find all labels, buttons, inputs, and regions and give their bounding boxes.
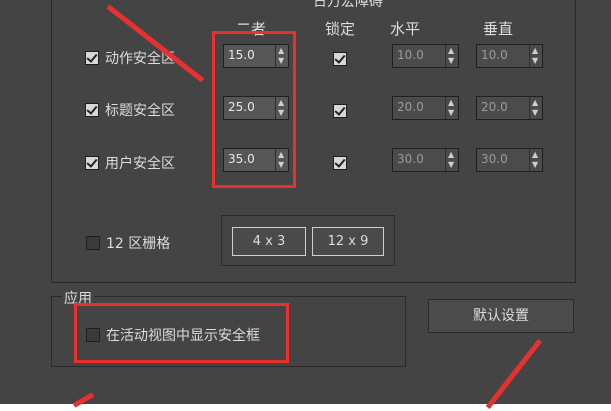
spin-down-icon[interactable]: ▼: [532, 109, 538, 117]
user-safe-checkbox[interactable]: [85, 156, 99, 170]
spinner-value: 10.0: [397, 48, 424, 62]
title-safe-label: 标题安全区: [105, 103, 175, 119]
title-safe-vertical-spinner[interactable]: 20.0 ▲ ▼: [476, 96, 543, 120]
spinner-arrows[interactable]: ▲ ▼: [529, 97, 542, 119]
default-settings-button[interactable]: 默认设置: [428, 299, 574, 333]
action-safe-vertical-spinner[interactable]: 10.0 ▲ ▼: [476, 44, 543, 68]
spinner-arrows[interactable]: ▲ ▼: [529, 45, 542, 67]
spin-down-icon[interactable]: ▼: [532, 161, 538, 169]
spin-down-icon[interactable]: ▼: [448, 161, 454, 169]
user-safe-vertical-spinner[interactable]: 30.0 ▲ ▼: [476, 148, 543, 172]
highlight-show-safe-frame: [74, 303, 289, 363]
group-title: 日万宏障碍: [313, 0, 383, 10]
action-safe-horizontal-spinner[interactable]: 10.0 ▲ ▼: [392, 44, 459, 68]
user-safe-horizontal-spinner[interactable]: 30.0 ▲ ▼: [392, 148, 459, 172]
action-safe-checkbox[interactable]: [85, 51, 99, 65]
action-safe-lock-checkbox[interactable]: [333, 52, 347, 66]
annotation-arrow-bottom-right: [485, 338, 542, 410]
spinner-arrows[interactable]: ▲ ▼: [445, 149, 458, 171]
user-safe-label: 用户安全区: [105, 156, 175, 172]
spinner-value: 30.0: [397, 152, 424, 166]
spinner-arrows[interactable]: ▲ ▼: [529, 149, 542, 171]
spin-up-icon[interactable]: ▲: [532, 47, 538, 55]
annotation-arrow-bottom-left: [72, 392, 95, 408]
grid-12x9-button[interactable]: 12 x 9: [312, 227, 384, 256]
spin-down-icon[interactable]: ▼: [532, 57, 538, 65]
spin-up-icon[interactable]: ▲: [448, 99, 454, 107]
user-safe-lock-checkbox[interactable]: [333, 156, 347, 170]
spinner-value: 20.0: [481, 100, 508, 114]
column-header-vertical: 垂直: [483, 20, 514, 38]
spinner-value: 30.0: [481, 152, 508, 166]
spin-up-icon[interactable]: ▲: [532, 151, 538, 159]
grid-4x3-button[interactable]: 4 x 3: [232, 227, 306, 256]
title-safe-lock-checkbox[interactable]: [333, 104, 347, 118]
grid-12-checkbox[interactable]: [86, 236, 100, 250]
spin-up-icon[interactable]: ▲: [448, 151, 454, 159]
spin-down-icon[interactable]: ▼: [448, 109, 454, 117]
spinner-arrows[interactable]: ▲ ▼: [445, 45, 458, 67]
column-header-horizontal: 水平: [390, 20, 421, 38]
grid-12-label: 12 区栅格: [106, 236, 171, 252]
spinner-value: 20.0: [397, 100, 424, 114]
spin-up-icon[interactable]: ▲: [448, 47, 454, 55]
safe-frames-dialog: 日万宏障碍 二者 锁定 水平 垂直 动作安全区 15.0 ▲ ▼ 10.0 ▲ ▼ …: [0, 0, 611, 410]
title-safe-horizontal-spinner[interactable]: 20.0 ▲ ▼: [392, 96, 459, 120]
spinner-arrows[interactable]: ▲ ▼: [445, 97, 458, 119]
column-header-lock: 锁定: [325, 20, 356, 38]
spin-up-icon[interactable]: ▲: [532, 99, 538, 107]
title-safe-checkbox[interactable]: [85, 103, 99, 117]
spinner-value: 10.0: [481, 48, 508, 62]
highlight-both-column: [212, 31, 296, 188]
spin-down-icon[interactable]: ▼: [448, 57, 454, 65]
